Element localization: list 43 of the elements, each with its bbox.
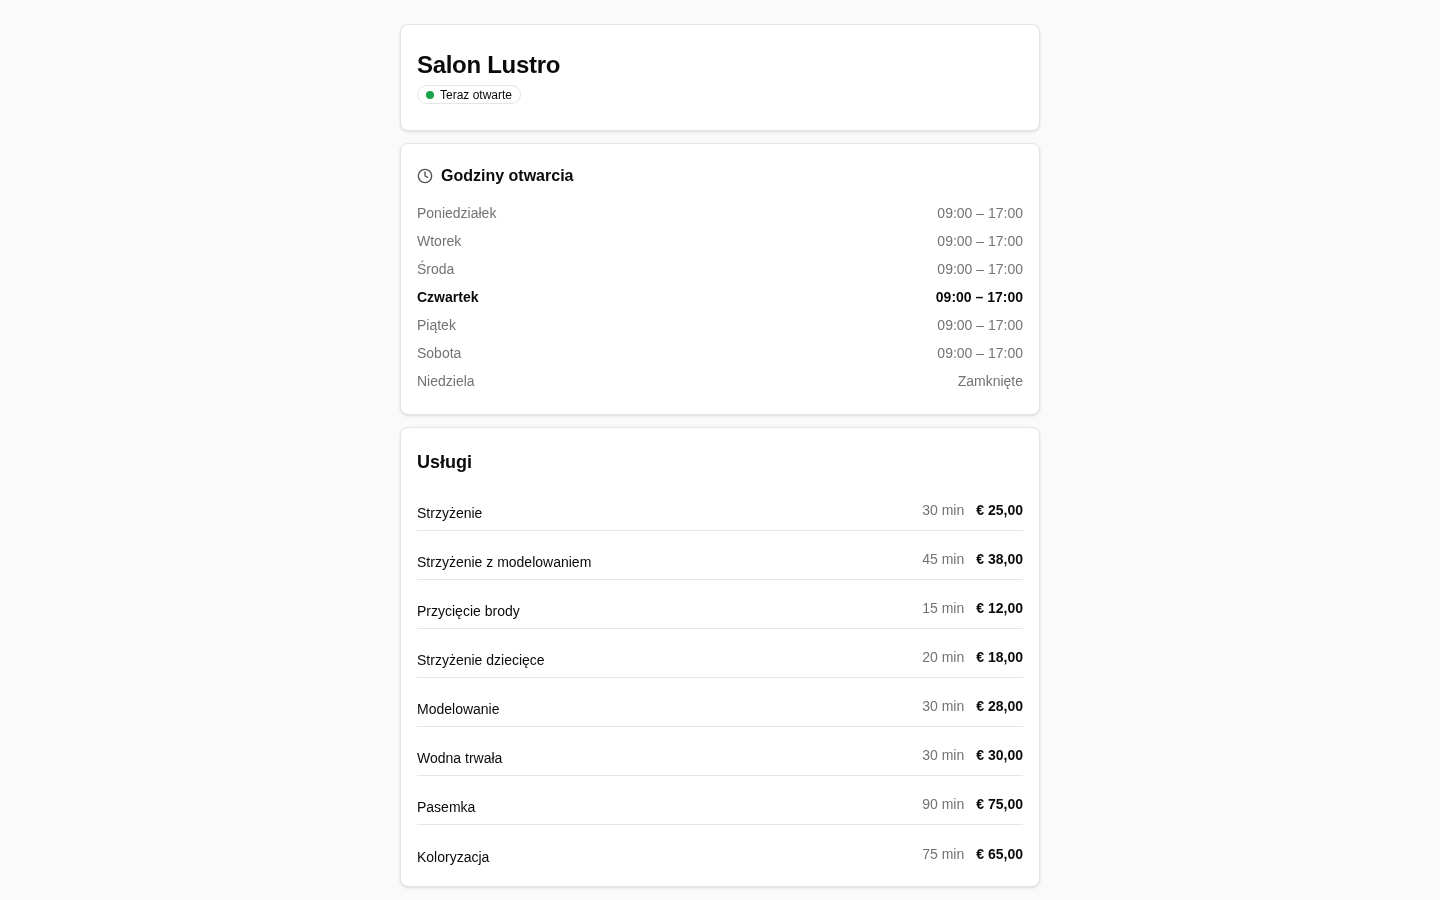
section-title: Usługi <box>417 450 473 474</box>
service-name: Strzyżenie z modelowaniem <box>417 552 592 572</box>
service-name: Modelowanie <box>417 699 500 719</box>
day-hours: 09:00 – 17:00 <box>937 316 1023 335</box>
day-label: Niedziela <box>417 372 475 391</box>
service-name: Strzyżenie <box>417 503 483 523</box>
day-hours: 09:00 – 17:00 <box>937 232 1023 251</box>
day-hours: 09:00 – 17:00 <box>937 260 1023 279</box>
day-hours: 09:00 – 17:00 <box>935 288 1023 307</box>
service-name: Strzyżenie dziecięce <box>417 650 545 670</box>
day-hours: 09:00 – 17:00 <box>937 344 1023 363</box>
service-price: € 28,00 <box>976 696 1023 716</box>
service-duration: 20 min <box>922 647 965 667</box>
service-price: € 75,00 <box>976 794 1023 814</box>
salon-name: Salon Lustro <box>417 51 562 79</box>
day-label: Czwartek <box>417 288 479 307</box>
service-name: Pasemka <box>417 797 476 817</box>
service-price: € 12,00 <box>976 598 1023 618</box>
service-duration: 15 min <box>922 598 965 618</box>
day-label: Środa <box>417 259 455 279</box>
service-price: € 65,00 <box>976 844 1023 864</box>
service-name: Koloryzacja <box>417 847 490 867</box>
service-duration: 90 min <box>922 794 965 814</box>
service-duration: 30 min <box>922 696 965 716</box>
service-price: € 38,00 <box>976 549 1023 569</box>
status-label: Teraz otwarte <box>440 87 513 102</box>
section-title: Godziny otwarcia <box>441 165 574 186</box>
service-price: € 30,00 <box>976 745 1023 765</box>
day-label: Poniedziałek <box>417 204 497 223</box>
day-label: Wtorek <box>417 232 462 251</box>
service-duration: 75 min <box>922 844 965 864</box>
service-name: Przycięcie brody <box>417 601 520 621</box>
service-price: € 18,00 <box>976 647 1023 667</box>
service-name: Wodna trwała <box>417 748 503 768</box>
service-duration: 30 min <box>922 745 965 765</box>
day-hours: Zamknięte <box>957 372 1023 391</box>
service-duration: 30 min <box>922 500 965 520</box>
clock-icon <box>417 167 433 184</box>
service-duration: 45 min <box>922 549 965 569</box>
day-hours: 09:00 – 17:00 <box>937 204 1023 223</box>
day-label: Piątek <box>417 316 456 335</box>
day-label: Sobota <box>417 344 462 363</box>
service-price: € 25,00 <box>976 500 1023 520</box>
